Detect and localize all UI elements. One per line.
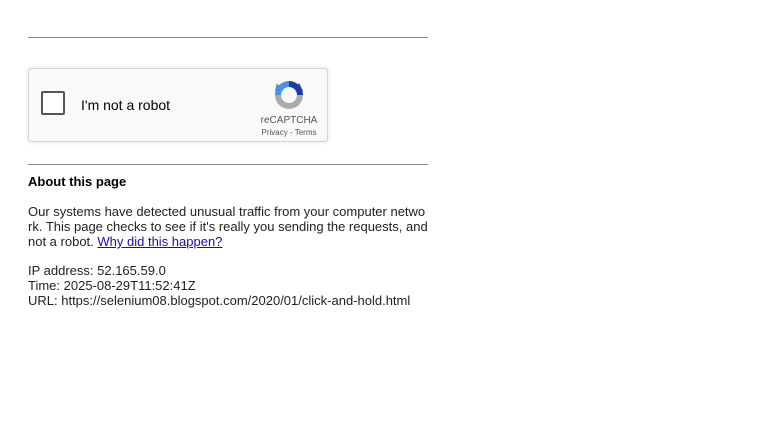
recaptcha-widget: I'm not a robot reCAPTCHA Privacy - Term… [28, 68, 328, 142]
middle-divider [28, 164, 428, 165]
why-did-this-happen-link[interactable]: Why did this happen? [97, 234, 222, 249]
recaptcha-logo-icon [275, 81, 303, 109]
not-robot-label[interactable]: I'm not a robot [81, 97, 170, 113]
privacy-link[interactable]: Privacy [262, 128, 288, 137]
request-time: Time: 2025-08-29T11:52:41Z [28, 278, 196, 293]
links-separator: - [287, 128, 295, 137]
ip-address: IP address: 52.165.59.0 [28, 263, 166, 278]
top-divider [28, 37, 428, 38]
recaptcha-links: Privacy - Terms [243, 128, 335, 137]
request-url: URL: https://selenium08.blogspot.com/202… [28, 293, 411, 308]
recaptcha-brand: reCAPTCHA [260, 115, 318, 126]
about-paragraph: Our systems have detected unusual traffi… [28, 204, 430, 249]
about-line-2: rk. This page checks to see if it's real… [28, 219, 428, 234]
terms-link[interactable]: Terms [295, 128, 317, 137]
not-robot-checkbox[interactable] [41, 91, 65, 115]
request-info: IP address: 52.165.59.0 Time: 2025-08-29… [28, 263, 410, 308]
about-line-1: Our systems have detected unusual traffi… [28, 204, 426, 219]
about-heading: About this page [28, 174, 127, 189]
about-line-3-text: not a robot. [28, 234, 98, 249]
about-line-3: not a robot. Why did this happen? [28, 234, 430, 249]
